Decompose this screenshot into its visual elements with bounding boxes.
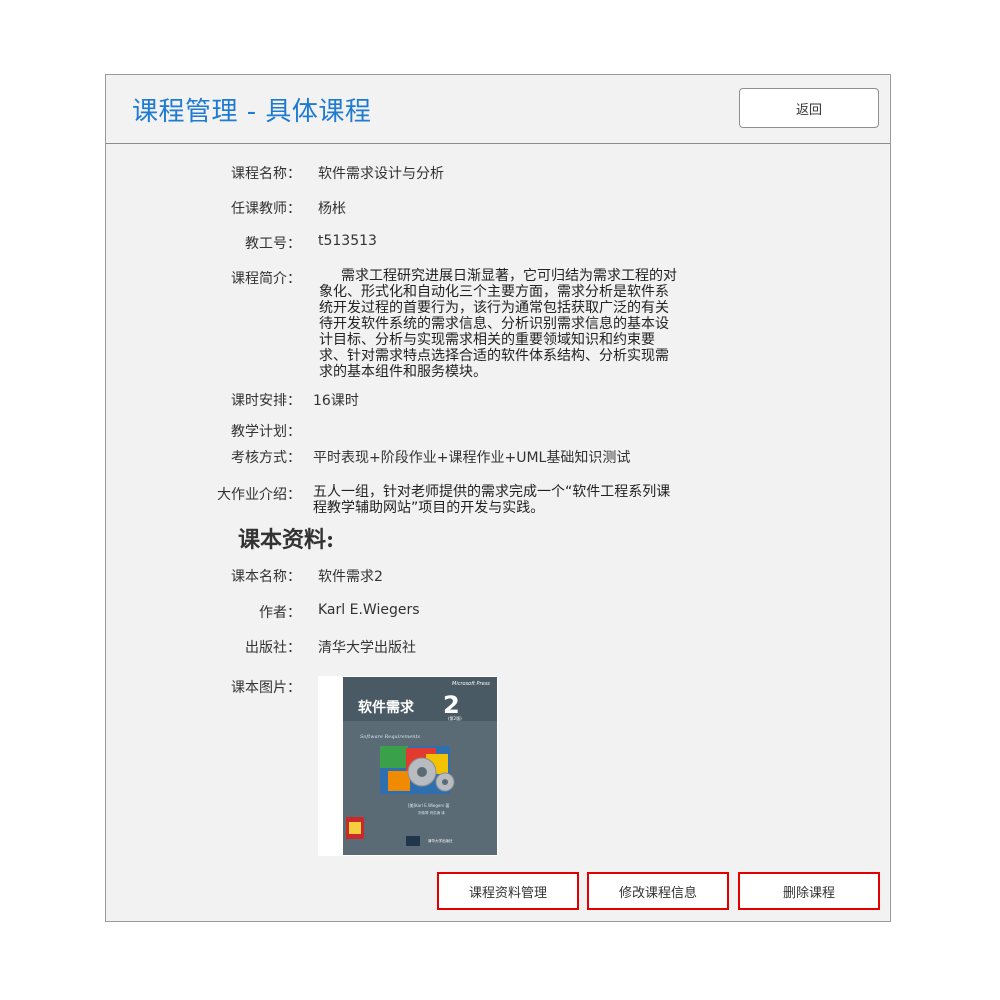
edit-course-button[interactable]: 修改课程信息: [587, 872, 729, 910]
textbook-name-value: 软件需求2: [318, 569, 383, 585]
plan-label: 教学计划：: [231, 424, 301, 440]
exam-label: 考核方式：: [231, 450, 301, 466]
textbook-section-title: 课本资料:: [238, 527, 335, 553]
staff-id-value: t513513: [318, 233, 377, 249]
publisher-value: 清华大学出版社: [318, 640, 416, 656]
assignment-label: 大作业介绍：: [217, 487, 301, 503]
assignment-text: 五人一组，针对老师提供的需求完成一个“软件工程系列课程教学辅助网站”项目的开发与…: [313, 484, 671, 516]
back-button[interactable]: 返回: [739, 88, 879, 128]
intro-text: 需求工程研究进展日渐显著，它可归结为需求工程的对象化、形式化和自动化三个主要方面…: [319, 268, 677, 380]
staff-id-label: 教工号：: [245, 236, 301, 252]
cover-number-text: 2: [443, 691, 460, 719]
course-name-value: 软件需求设计与分析: [318, 166, 444, 182]
cover-brand-text: Microsoft Press: [452, 681, 490, 687]
intro-label: 课程简介：: [231, 271, 301, 287]
cover-subtitle-text: Software Requirements: [360, 734, 421, 740]
course-name-label: 课程名称：: [231, 166, 301, 182]
course-materials-button[interactable]: 课程资料管理: [437, 872, 579, 910]
cover-title-text: 软件需求: [358, 699, 415, 716]
course-detail-panel: 课程管理 - 具体课程 返回 课程名称： 软件需求设计与分析 任课教师： 杨枨 …: [105, 74, 891, 922]
publisher-label: 出版社：: [245, 640, 301, 656]
page-title: 课程管理 - 具体课程: [132, 97, 372, 127]
cover-translators-text: 刘伟琴 刘洪涛 译: [418, 810, 445, 815]
teacher-value: 杨枨: [318, 201, 346, 217]
cover-publisher-text: 清华大学出版社: [428, 838, 453, 843]
author-label: 作者：: [259, 605, 301, 621]
panel-header: 课程管理 - 具体课程 返回: [106, 75, 890, 144]
hours-value: 16课时: [313, 393, 359, 409]
cover-author-text: [美]Karl E.Wiegers 著: [408, 802, 449, 808]
textbook-image-label: 课本图片：: [231, 680, 301, 696]
cover-edition-text: (第2版): [448, 715, 462, 721]
textbook-cover-image: Microsoft Press 软件需求 2 (第2版) Software Re…: [318, 676, 498, 856]
textbook-name-label: 课本名称：: [231, 569, 301, 585]
exam-value: 平时表现+阶段作业+课程作业+UML基础知识测试: [313, 450, 631, 466]
delete-course-button[interactable]: 删除课程: [738, 872, 880, 910]
author-value: Karl E.Wiegers: [318, 602, 420, 618]
teacher-label: 任课教师：: [231, 201, 301, 217]
hours-label: 课时安排：: [231, 393, 301, 409]
